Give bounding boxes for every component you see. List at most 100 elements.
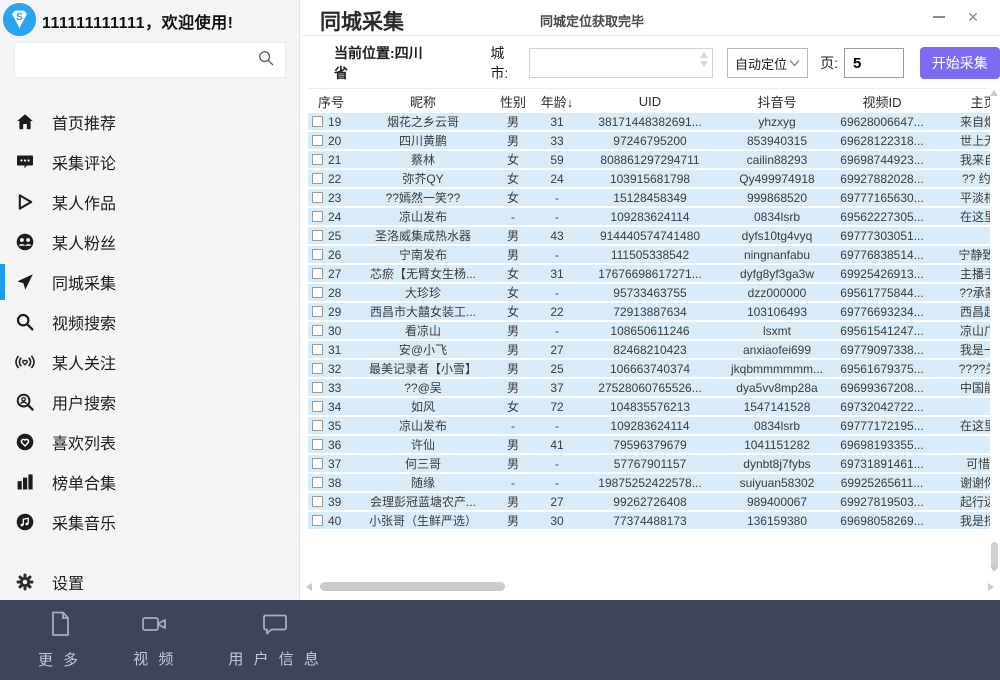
column-header-no[interactable]: 序号 [308, 92, 354, 111]
table-row[interactable]: 34如风女72104835576213154714152869732042722… [308, 398, 990, 417]
column-header-vid[interactable]: 视频ID [834, 92, 930, 111]
sidebar-item-8[interactable]: 用户搜索 [0, 382, 300, 422]
row-checkbox[interactable] [312, 344, 323, 355]
row-checkbox[interactable] [312, 154, 323, 165]
table-row[interactable]: 36许仙男4179596379679104115128269698193355.… [308, 436, 990, 455]
row-checkbox[interactable] [312, 363, 323, 374]
row-checkbox[interactable] [312, 249, 323, 260]
table-row[interactable]: 21蔡林女59808861297294711cailin882936969874… [308, 151, 990, 170]
city-label: 城市: [490, 43, 521, 83]
cell-vid: 69927882028... [834, 172, 930, 186]
table-row[interactable]: 31安@小飞男2782468210423anxiaofei69969779097… [308, 341, 990, 360]
scroll-up-icon[interactable] [990, 90, 998, 96]
sidebar-item-10[interactable]: 榜单合集 [0, 462, 300, 502]
sidebar-item-6[interactable]: 视频搜索 [0, 302, 300, 342]
sidebar-item-5[interactable]: 同城采集 [0, 262, 300, 302]
city-input[interactable] [530, 56, 700, 71]
row-checkbox[interactable] [312, 173, 323, 184]
sidebar-item-3[interactable]: 某人作品 [0, 182, 300, 222]
table-row[interactable]: 29西昌市大囍女装工...女22729138876341031064936977… [308, 303, 990, 322]
row-checkbox[interactable] [312, 325, 323, 336]
search-icon[interactable] [257, 49, 275, 72]
locate-mode-select[interactable]: 自动定位 [727, 48, 808, 78]
cell-no: 22 [308, 172, 354, 186]
cell-age: - [534, 191, 580, 205]
column-header-nick[interactable]: 昵称 [354, 92, 492, 111]
row-checkbox[interactable] [312, 439, 323, 450]
spinner-down-icon[interactable] [700, 61, 708, 67]
table-row[interactable]: 32最美记录者【小雪】男25106663740374jkqbmmmmmm...6… [308, 360, 990, 379]
cell-vid: 69628122318... [834, 134, 930, 148]
sidebar-item-9[interactable]: 喜欢列表 [0, 422, 300, 462]
cell-nick: 小张哥（生鲜严选） [354, 512, 492, 529]
sidebar-item-1[interactable]: 首页推荐 [0, 102, 300, 142]
cell-vid: 69777172195... [834, 419, 930, 433]
sidebar-search[interactable] [14, 42, 286, 78]
column-header-douyin[interactable]: 抖音号 [720, 92, 834, 111]
cell-no: 35 [308, 419, 354, 433]
table-row[interactable]: 20四川黄鹏男339724679520085394031569628122318… [308, 132, 990, 151]
cell-uid: 79596379679 [580, 438, 720, 452]
row-checkbox[interactable] [312, 401, 323, 412]
sidebar-item-label: 用户搜索 [52, 390, 116, 414]
bottombar-item-2[interactable]: 视 频 [133, 611, 176, 669]
sidebar-item-11[interactable]: 采集音乐 [0, 502, 300, 542]
row-checkbox[interactable] [312, 192, 323, 203]
table-row[interactable]: 30看凉山男-108650611246lsxmt69561541247...凉山… [308, 322, 990, 341]
row-checkbox[interactable] [312, 515, 323, 526]
horizontal-scroll-thumb[interactable] [320, 582, 505, 591]
row-checkbox[interactable] [312, 230, 323, 241]
start-collect-button[interactable]: 开始采集 [920, 47, 1000, 79]
row-checkbox[interactable] [312, 116, 323, 127]
column-header-uid[interactable]: UID [580, 94, 720, 109]
close-button[interactable]: ✕ [960, 6, 986, 28]
cell-douyin: lsxmt [720, 324, 834, 338]
table-row[interactable]: 24凉山发布--1092836241140834lsrb69562227305.… [308, 208, 990, 227]
page-count-input[interactable] [845, 49, 902, 77]
scroll-left-icon[interactable] [306, 583, 312, 591]
table-row[interactable]: 40小张哥（生鲜严选）男3077374488173136159380696980… [308, 512, 990, 531]
minimize-button[interactable] [926, 6, 952, 28]
cell-no-text: 24 [328, 210, 341, 224]
table-row[interactable]: 37何三哥男-57767901157dynbt8j7fybs6973189146… [308, 455, 990, 474]
row-checkbox[interactable] [312, 420, 323, 431]
row-checkbox[interactable] [312, 496, 323, 507]
column-header-age[interactable]: 年龄↓ [534, 92, 580, 111]
row-checkbox[interactable] [312, 382, 323, 393]
row-checkbox[interactable] [312, 287, 323, 298]
city-input-spinner[interactable] [700, 52, 708, 67]
vertical-scrollbar[interactable] [988, 90, 1000, 582]
sidebar-item-2[interactable]: 采集评论 [0, 142, 300, 182]
cell-no-text: 40 [328, 514, 341, 528]
search-input[interactable] [15, 43, 257, 77]
row-checkbox[interactable] [312, 458, 323, 469]
table-row[interactable]: 23??嫣然一笑??女-1512845834999986852069777165… [308, 189, 990, 208]
scroll-down-icon[interactable] [990, 566, 998, 572]
column-header-gender[interactable]: 性别 [492, 92, 534, 111]
sidebar-item-settings[interactable]: 设置 [0, 562, 300, 602]
row-checkbox[interactable] [312, 477, 323, 488]
row-checkbox[interactable] [312, 135, 323, 146]
cell-gender: 男 [492, 512, 534, 529]
spinner-up-icon[interactable] [700, 52, 708, 58]
table-row[interactable]: 22弥芥QY女24103915681798Qy49997491869927882… [308, 170, 990, 189]
row-checkbox[interactable] [312, 268, 323, 279]
table-row[interactable]: 33??@吴男3727528060765526...dya5vv8mp28a69… [308, 379, 990, 398]
table-row[interactable]: 39会理彭冠蓝塘农产...男27992627264089894000676992… [308, 493, 990, 512]
bottombar-item-1[interactable]: 更 多 [38, 610, 81, 670]
table-row[interactable]: 28大珍珍女-95733463755dzz00000069561775844..… [308, 284, 990, 303]
row-checkbox[interactable] [312, 211, 323, 222]
table-row[interactable]: 25圣洛威集成热水器男43914440574741480dyfs10tg4vyq… [308, 227, 990, 246]
bottombar-item-3[interactable]: 用 户 信 息 [228, 611, 322, 669]
row-checkbox[interactable] [312, 306, 323, 317]
sidebar-item-4[interactable]: 某人粉丝 [0, 222, 300, 262]
table-row[interactable]: 27芯瘀【无臂女生杨...女3117676698617271...dyfg8yf… [308, 265, 990, 284]
table-row[interactable]: 35凉山发布--1092836241140834lsrb69777172195.… [308, 417, 990, 436]
column-header-sign[interactable]: 主页签 [930, 92, 990, 111]
sidebar-item-7[interactable]: 某人关注 [0, 342, 300, 382]
table-row[interactable]: 19烟花之乡云哥男3138171448382691...yhzxyg696280… [308, 113, 990, 132]
scroll-right-icon[interactable] [988, 583, 994, 591]
table-row[interactable]: 26宁南发布男-111505338542ningnanfabu697768385… [308, 246, 990, 265]
table-row[interactable]: 38随缘--19875252422578...suiyuan5830269925… [308, 474, 990, 493]
horizontal-scrollbar[interactable] [306, 581, 994, 593]
